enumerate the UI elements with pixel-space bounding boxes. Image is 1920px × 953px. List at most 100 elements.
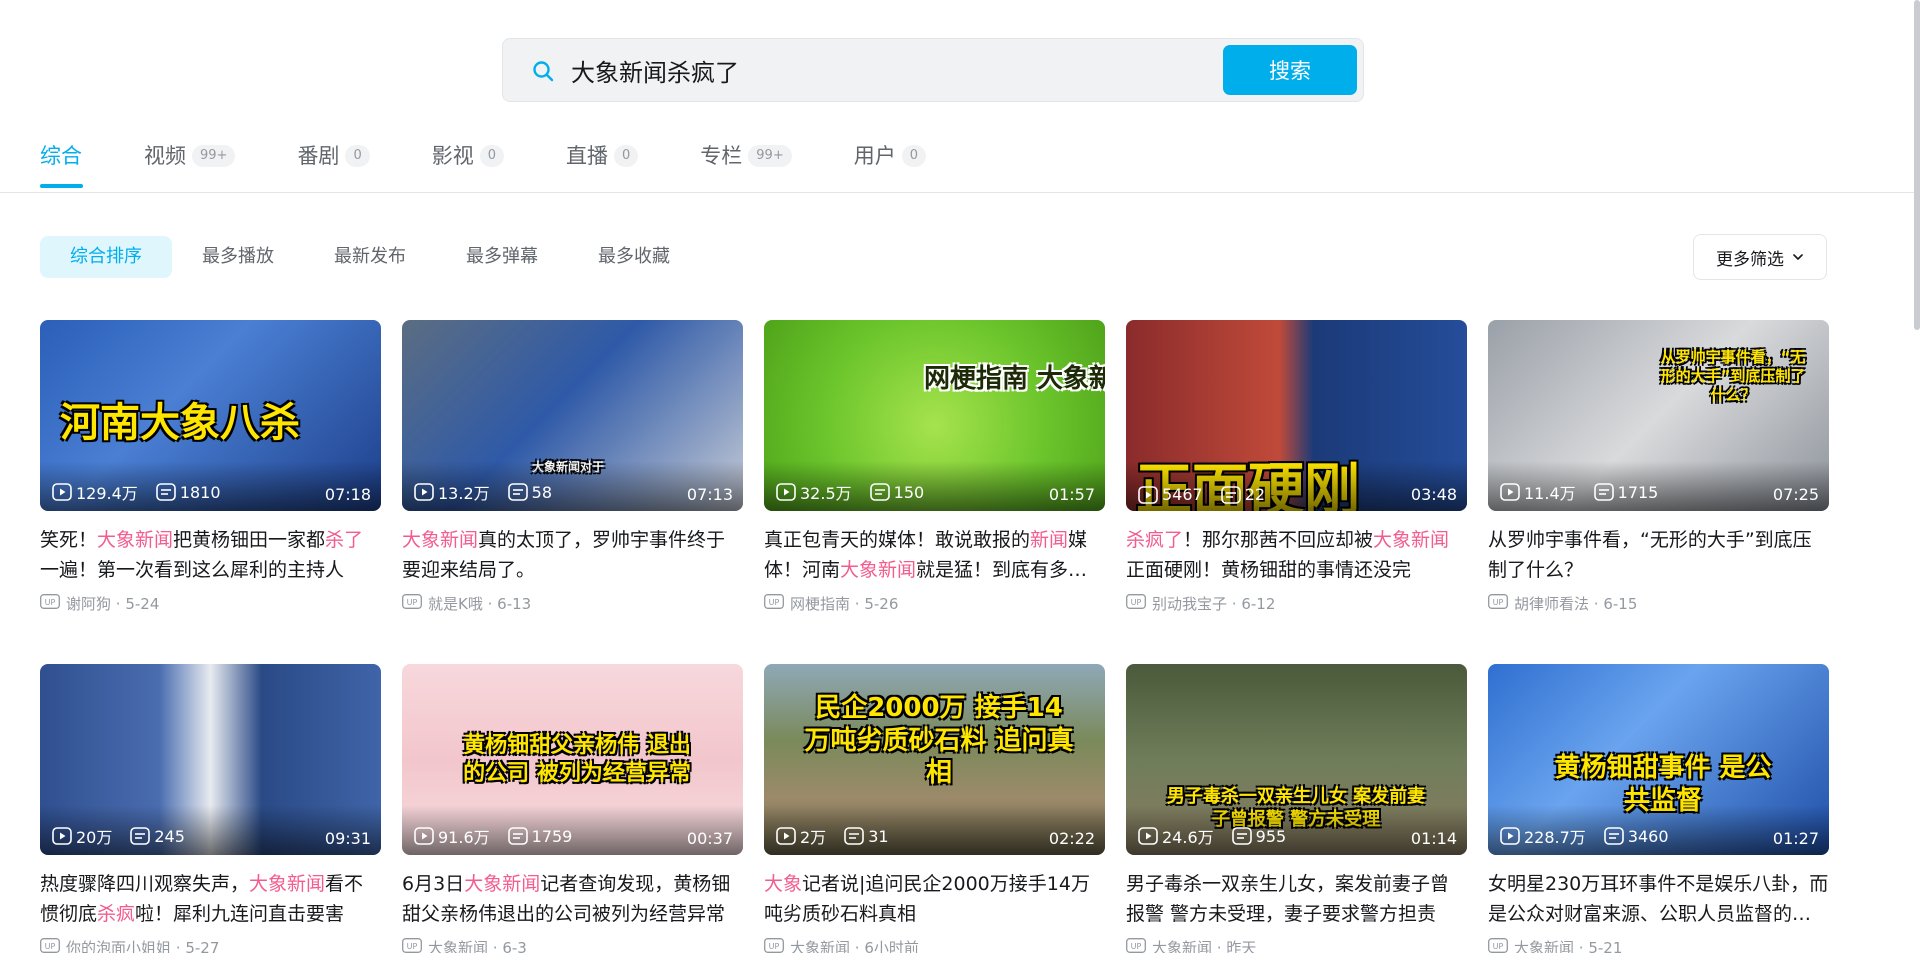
author-name[interactable]: 就是K哦 [428,593,483,614]
video-thumbnail[interactable]: 正面硬刚54672203:48 [1126,320,1467,511]
danmaku-icon [507,827,528,845]
keyword-highlight: 大象新闻 [402,529,479,551]
sort-option-3[interactable]: 最多弹幕 [436,236,568,278]
svg-text:UP: UP [1493,598,1504,607]
play-count-value: 20万 [76,828,113,847]
video-card[interactable]: 黄杨钿甜父亲杨伟 退出的公司 被列为经营异常 91.6万 1759 00:37 6月3日… [402,664,743,953]
play-count-value: 32.5万 [800,484,852,503]
author-name[interactable]: 大象新闻 [1152,937,1212,953]
author-name[interactable]: 网梗指南 [790,593,850,614]
sort-option-0[interactable]: 综合排序 [40,236,172,278]
play-count-value: 2万 [800,828,827,847]
up-icon: UP [1488,938,1508,953]
publish-date: 6小时前 [864,939,919,953]
author-name[interactable]: 别动我宝子 [1152,593,1227,614]
video-card[interactable]: 20万 245 09:31 热度骤降四川观察失声，大象新闻看不惯彻底杀疯啦！犀利九连问… [40,664,381,953]
author-name[interactable]: 谢阿狗 [66,593,111,614]
video-title[interactable]: 大象记者说|追问民企2000万接手14万吨劣质砂石料真相 [764,869,1105,929]
keyword-highlight: 大象新闻 [840,559,917,581]
page-scrollbar[interactable] [1914,0,1920,330]
danmaku-count: 245 [130,827,185,846]
up-badge: UP [1488,594,1514,613]
video-thumbnail[interactable]: 男子毒杀一双亲生儿女 案发前妻子曾报警 警方未受理24.6万95501:14 [1126,664,1467,855]
tab-count-badge: 99+ [748,145,792,167]
tab-5[interactable]: 专栏 99+ [700,140,792,190]
sort-options: 综合排序 最多播放 最新发布 最多弹幕 最多收藏 [40,236,700,278]
video-title[interactable]: 笑死！大象新闻把黄杨钿田一家都杀了一遍！第一次看到这么犀利的主持人 [40,525,381,585]
play-count: 13.2万 [414,480,490,504]
tab-4[interactable]: 直播 0 [566,140,639,190]
tab-3[interactable]: 影视 0 [432,140,504,190]
video-card[interactable]: 网梗指南 大象新闻 32.5万 150 01:57 真正包青天的媒体！敢说敢报的新闻媒体… [764,320,1105,614]
title-text: ！那尔那茜不回应却被 [1183,529,1374,551]
video-card[interactable]: 河南大象八杀 129.4万 1810 07:18 笑死！大象新闻把黄杨钿田一家都杀了一遍… [40,320,381,614]
title-text: 真正包青天的媒体！敢说敢报的 [764,529,1031,551]
author-name[interactable]: 大象新闻 [790,937,850,953]
tab-2[interactable]: 番剧 0 [297,140,370,190]
video-title[interactable]: 热度骤降四川观察失声，大象新闻看不惯彻底杀疯啦！犀利九连问直击要害 [40,869,381,929]
danmaku-icon [1220,485,1241,504]
video-card[interactable]: 大象新闻对于13.2万5807:13 大象新闻真的太顶了，罗帅宇事件终于要迎来结局… [402,320,743,614]
video-thumbnail[interactable]: 河南大象八杀 129.4万 1810 07:18 [40,320,381,511]
video-card[interactable]: 男子毒杀一双亲生儿女 案发前妻子曾报警 警方未受理24.6万95501:14 男子… [1126,664,1467,953]
video-thumbnail[interactable]: 民企2000万 接手14万吨劣质砂石料 追问真相 2万 31 02:22 [764,664,1105,855]
keyword-highlight: 大象 [764,873,803,895]
video-title[interactable]: 真正包青天的媒体！敢说敢报的新闻媒体！河南大象新闻就是猛！到底有多敢说 [764,525,1105,585]
tab-6[interactable]: 用户 0 [854,140,926,190]
play-count-value: 24.6万 [1162,828,1214,847]
tab-0[interactable]: 综合 [40,140,83,190]
video-title[interactable]: 女明星230万耳环事件不是娱乐八卦，而是公众对财富来源、公职人员监督的关切 [1488,869,1829,929]
search-icon [533,61,554,82]
video-title[interactable]: 杀疯了！那尔那茜不回应却被大象新闻正面硬刚！黄杨钿甜的事情还没完 [1126,525,1467,585]
video-card[interactable]: 黄杨钿甜事件 是公共监督 228.7万 3460 01:27 女明星230万耳环事件不是… [1488,664,1829,953]
tab-count-badge: 99+ [192,145,236,167]
video-title[interactable]: 从罗帅宇事件看，“无形的大手”到底压制了什么？ [1488,525,1829,585]
thumbnail-caption: 黄杨钿甜父亲杨伟 退出的公司 被列为经营异常 [463,733,691,786]
danmaku-count: 150 [869,483,924,502]
video-thumbnail[interactable]: 从罗帅宇事件看，“无形的大手”到底压制了什么？ 11.4万 1715 07:25 [1488,320,1829,511]
sort-option-1[interactable]: 最多播放 [172,236,304,278]
video-meta: UP 大象新闻 · 5-21 [1488,937,1829,953]
video-thumbnail[interactable]: 黄杨钿甜事件 是公共监督 228.7万 3460 01:27 [1488,664,1829,855]
video-thumbnail[interactable]: 20万 245 09:31 [40,664,381,855]
video-card[interactable]: 民企2000万 接手14万吨劣质砂石料 追问真相 2万 31 02:22 大象记者说|追… [764,664,1105,953]
play-count-value: 5467 [1162,485,1203,504]
play-count: 20万 [52,824,112,848]
meta-separator: · [482,594,498,613]
danmaku-icon [869,483,890,501]
author-name[interactable]: 大象新闻 [428,937,488,953]
search-button[interactable]: 搜索 [1223,45,1357,95]
svg-text:UP: UP [1493,942,1504,951]
video-thumbnail[interactable]: 网梗指南 大象新闻 32.5万 150 01:57 [764,320,1105,511]
video-thumbnail[interactable]: 黄杨钿甜父亲杨伟 退出的公司 被列为经营异常 91.6万 1759 00:37 [402,664,743,855]
up-badge: UP [40,938,66,953]
author-name[interactable]: 胡律师看法 [1514,593,1589,614]
more-filter-button[interactable]: 更多筛选 [1693,234,1827,280]
video-stats: 228.7万 3460 [1500,824,1687,848]
title-text: 女明星230万耳环事件不是娱乐八卦，而是公众对财富来源、公职人员监督的关切 [1488,873,1829,925]
publish-date: 昨天 [1226,939,1257,953]
video-card[interactable]: 从罗帅宇事件看，“无形的大手”到底压制了什么？ 11.4万 1715 07:25 从罗帅… [1488,320,1829,614]
meta-separator: · [488,938,503,953]
sort-option-2[interactable]: 最新发布 [304,236,436,278]
video-meta: UP 谢阿狗 · 5-24 [40,593,381,614]
video-title[interactable]: 6月3日大象新闻记者查询发现，黄杨钿甜父亲杨伟退出的公司被列为经营异常 [402,869,743,929]
video-title[interactable]: 男子毒杀一双亲生儿女，案发前妻子曾报警 警方未受理，妻子要求警方担责 [1126,869,1467,929]
video-title[interactable]: 大象新闻真的太顶了，罗帅宇事件终于要迎来结局了。 [402,525,743,585]
tab-1[interactable]: 视频 99+ [144,140,236,190]
meta-separator: · [1574,938,1589,953]
up-icon: UP [1488,594,1508,609]
video-meta: UP 你的泡面小姐姐 · 5-27 [40,937,381,953]
video-stats: 24.6万 955 [1138,824,1304,848]
danmaku-icon [156,483,176,501]
author-name[interactable]: 你的泡面小姐姐 [66,937,171,953]
play-count-value: 228.7万 [1524,828,1586,847]
video-thumbnail[interactable]: 大象新闻对于13.2万5807:13 [402,320,743,511]
video-card[interactable]: 正面硬刚54672203:48 杀疯了！那尔那茜不回应却被大象新闻正面硬刚！黄杨钿… [1126,320,1467,614]
play-count-icon [776,483,796,501]
author-name[interactable]: 大象新闻 [1514,937,1574,953]
thumbnail-caption: 河南大象八杀 [60,400,300,446]
video-stats: 2万 31 [776,824,907,848]
search-input[interactable] [571,39,1211,101]
sort-option-4[interactable]: 最多收藏 [568,236,700,278]
